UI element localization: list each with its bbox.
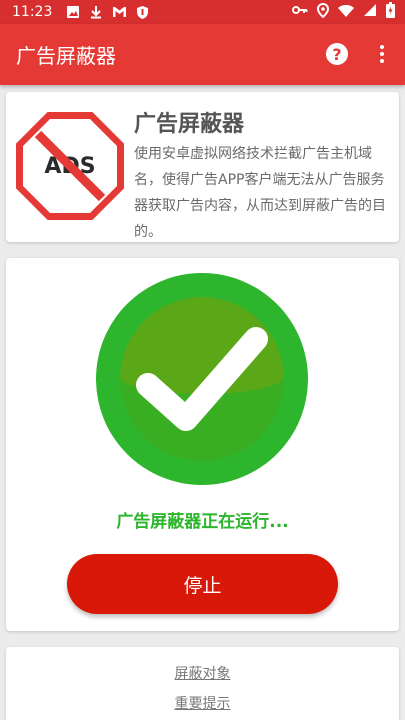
shield-icon bbox=[136, 5, 149, 20]
signal-icon bbox=[363, 3, 377, 21]
running-status-text: 广告屏蔽器正在运行... bbox=[116, 512, 289, 532]
check-circle-icon bbox=[96, 273, 308, 485]
image-icon bbox=[66, 5, 80, 19]
ads-block-logo: ADS bbox=[16, 112, 124, 220]
blocked-targets-link-row: 屏蔽对象 bbox=[6, 663, 399, 683]
help-icon[interactable]: ? bbox=[326, 43, 348, 65]
status-bar: 11:23 bbox=[0, 0, 405, 24]
important-notice-link-row: 重要提示 bbox=[6, 693, 399, 713]
status-time: 11:23 bbox=[12, 4, 53, 20]
more-vert-icon[interactable] bbox=[375, 42, 389, 66]
battery-icon bbox=[386, 2, 395, 22]
blocked-targets-link[interactable]: 屏蔽对象 bbox=[175, 666, 231, 682]
app-title: 广告屏蔽器 bbox=[134, 112, 245, 137]
links-card: 屏蔽对象 重要提示 bbox=[6, 647, 399, 720]
download-icon bbox=[89, 5, 103, 19]
app-bar: 广告屏蔽器 ? bbox=[0, 24, 405, 85]
stop-button[interactable]: 停止 bbox=[67, 554, 338, 614]
location-icon bbox=[316, 2, 330, 22]
gmail-icon bbox=[112, 5, 127, 19]
wifi-icon bbox=[338, 4, 354, 21]
vpn-key-icon bbox=[292, 4, 308, 20]
app-bar-title: 广告屏蔽器 bbox=[16, 44, 116, 68]
status-card: 广告屏蔽器正在运行... 停止 bbox=[6, 258, 399, 631]
app-description: 使用安卓虚拟网络技术拦截广告主机域名，使得广告APP客户端无法从广告服务器获取广… bbox=[134, 146, 386, 240]
important-notice-link[interactable]: 重要提示 bbox=[175, 696, 231, 712]
info-card: ADS 广告屏蔽器 使用安卓虚拟网络技术拦截广告主机域名，使得广告APP客户端无… bbox=[6, 92, 399, 242]
